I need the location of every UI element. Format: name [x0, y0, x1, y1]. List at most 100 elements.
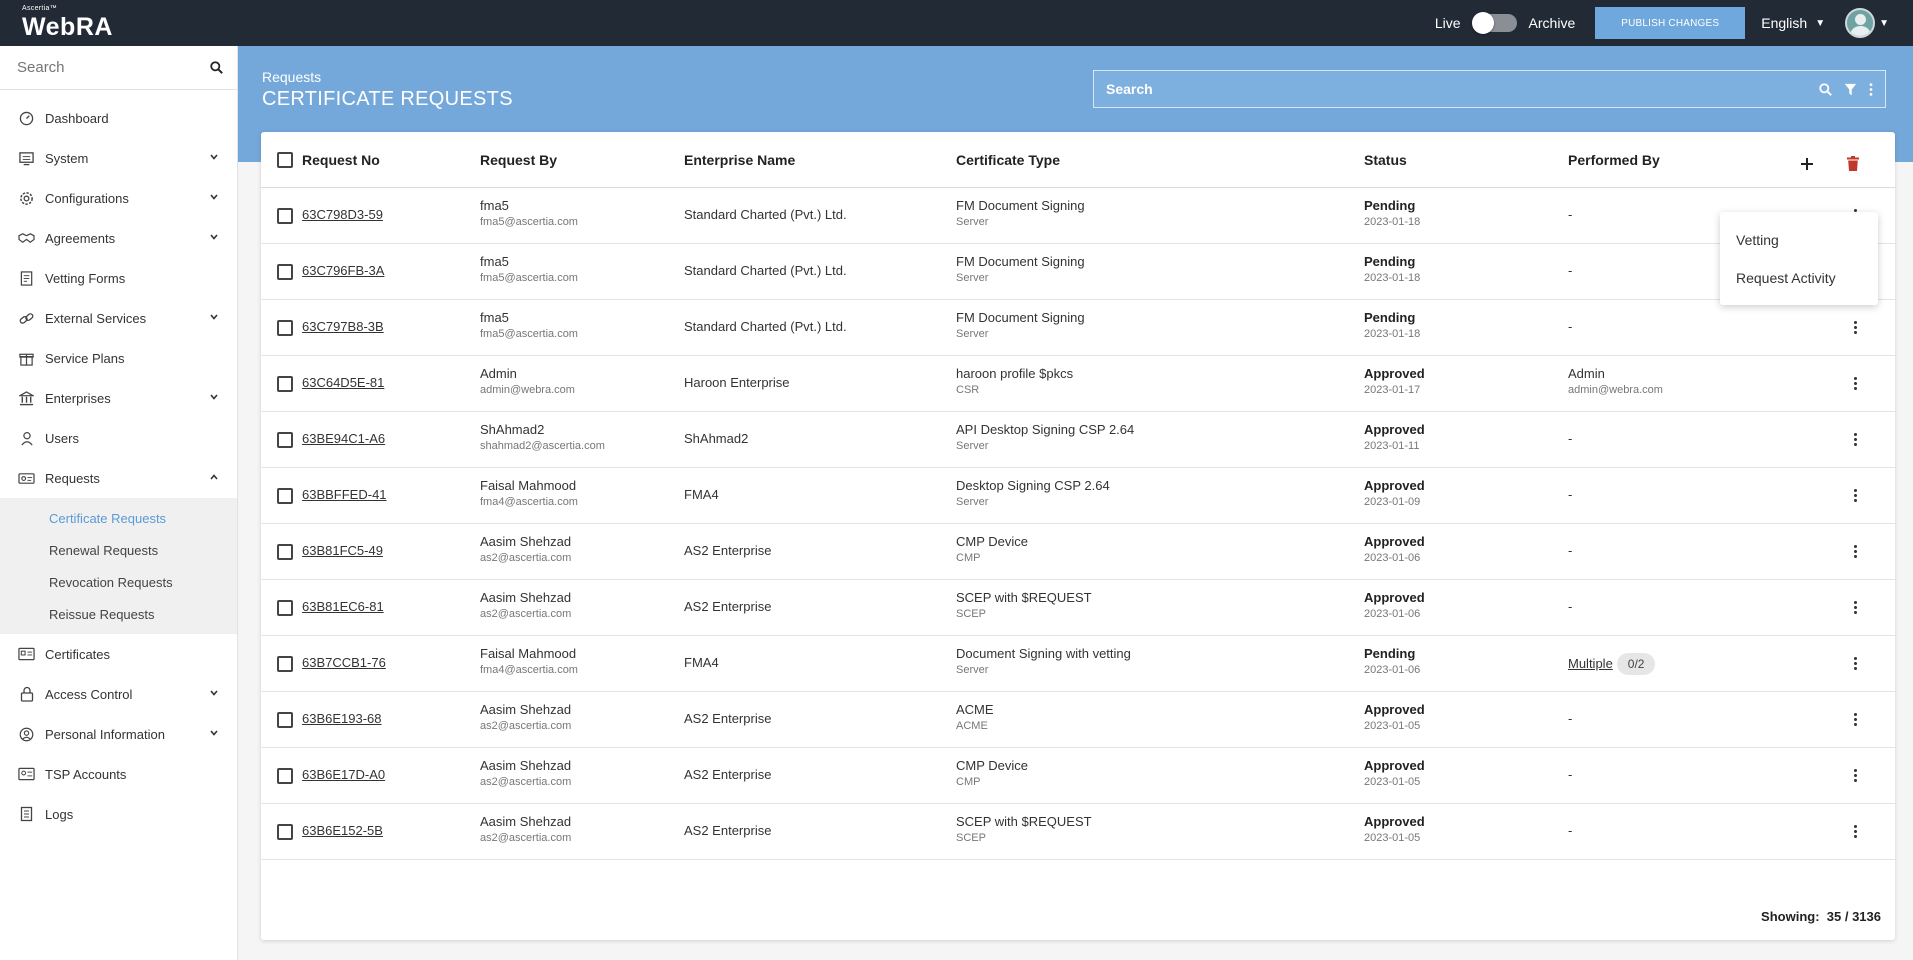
request-no-link[interactable]: 63B6E152-5B [302, 823, 383, 838]
table-row[interactable]: 63B81EC6-81 Aasim Shehzad as2@ascertia.com… [261, 580, 1895, 636]
sidebar-item-users[interactable]: Users [0, 418, 237, 458]
table-row[interactable]: 63C797B8-3B fma5 fma5@ascertia.com Standard… [261, 300, 1895, 356]
column-header-enterprise-name[interactable]: Enterprise Name [684, 152, 795, 168]
search-icon[interactable] [1819, 82, 1832, 96]
request-no-link[interactable]: 63BBFFED-41 [302, 487, 387, 502]
table-row[interactable]: 63C796FB-3A fma5 fma5@ascertia.com Standard… [261, 244, 1895, 300]
row-more-vertical-icon[interactable] [1854, 825, 1858, 840]
row-checkbox[interactable] [277, 376, 293, 392]
sidebar-item-certificates[interactable]: Certificates [0, 634, 237, 674]
sidebar-item-label: Enterprises [45, 390, 111, 406]
row-more-vertical-icon[interactable] [1854, 713, 1858, 728]
row-checkbox[interactable] [277, 264, 293, 280]
request-no-link[interactable]: 63B81FC5-49 [302, 543, 383, 558]
table-row[interactable]: 63B6E152-5B Aasim Shehzad as2@ascertia.com… [261, 804, 1895, 860]
row-more-vertical-icon[interactable] [1854, 657, 1858, 672]
row-checkbox[interactable] [277, 432, 293, 448]
table-row[interactable]: 63B81FC5-49 Aasim Shehzad as2@ascertia.com… [261, 524, 1895, 580]
row-checkbox[interactable] [277, 712, 293, 728]
sidebar-item-logs[interactable]: Logs [0, 794, 237, 834]
performed-by-multiple-link[interactable]: Multiple [1568, 656, 1613, 671]
row-checkbox[interactable] [277, 544, 293, 560]
column-header-certificate-type[interactable]: Certificate Type [956, 152, 1060, 168]
sidebar-item-system[interactable]: System [0, 138, 237, 178]
row-checkbox[interactable] [277, 768, 293, 784]
more-vertical-icon[interactable] [1869, 82, 1873, 96]
brand-logo[interactable]: Ascertia™ WebRA [22, 5, 113, 41]
row-checkbox[interactable] [277, 656, 293, 672]
request-no-link[interactable]: 63B7CCB1-76 [302, 655, 386, 670]
table-row[interactable]: 63B6E17D-A0 Aasim Shehzad as2@ascertia.com… [261, 748, 1895, 804]
form-icon [18, 270, 35, 287]
sidebar-item-vetting-forms[interactable]: Vetting Forms [0, 258, 237, 298]
row-checkbox[interactable] [277, 488, 293, 504]
language-select[interactable]: English ▼ [1761, 15, 1825, 31]
request-no-link[interactable]: 63C797B8-3B [302, 319, 384, 334]
subnav-item-renewal-requests[interactable]: Renewal Requests [0, 534, 237, 566]
row-more-vertical-icon[interactable] [1854, 321, 1858, 336]
request-no-link[interactable]: 63BE94C1-A6 [302, 431, 385, 446]
chevron-down-icon [210, 154, 218, 160]
add-icon[interactable] [1801, 158, 1813, 170]
filter-icon[interactable] [1844, 83, 1857, 96]
menu-item-vetting[interactable]: Vetting [1736, 232, 1779, 248]
sidebar-item-requests[interactable]: Requests [0, 458, 237, 498]
row-checkbox[interactable] [277, 320, 293, 336]
row-checkbox[interactable] [277, 600, 293, 616]
table-row[interactable]: 63BBFFED-41 Faisal Mahmood fma4@ascertia.c… [261, 468, 1895, 524]
status-cell: Pending 2023-01-18 [1364, 310, 1420, 340]
enterprise-name-cell: AS2 Enterprise [684, 823, 772, 838]
request-no-link[interactable]: 63B6E17D-A0 [302, 767, 385, 782]
sidebar-item-access-control[interactable]: Access Control [0, 674, 237, 714]
request-no-link[interactable]: 63C798D3-59 [302, 207, 383, 222]
sidebar-item-enterprises[interactable]: Enterprises [0, 378, 237, 418]
table-row[interactable]: 63C64D5E-81 Admin admin@webra.com Haroon En… [261, 356, 1895, 412]
request-no-link[interactable]: 63C796FB-3A [302, 263, 384, 278]
sidebar-item-configurations[interactable]: Configurations [0, 178, 237, 218]
trash-icon[interactable] [1847, 156, 1859, 171]
table-row[interactable]: 63BE94C1-A6 ShAhmad2 shahmad2@ascertia.com… [261, 412, 1895, 468]
table-row[interactable]: 63B429D0-05ShAhmad2ShAhmad2SH Certificat… [261, 860, 1895, 870]
row-more-vertical-icon[interactable] [1854, 489, 1858, 504]
performed-by-cell: - [1568, 711, 1572, 726]
row-checkbox[interactable] [277, 208, 293, 224]
request-no-link[interactable]: 63B81EC6-81 [302, 599, 384, 614]
request-no-link[interactable]: 63C64D5E-81 [302, 375, 384, 390]
certificate-type-cell: haroon profile $pkcs CSR [956, 366, 1073, 396]
sidebar-item-dashboard[interactable]: Dashboard [0, 98, 237, 138]
breadcrumb[interactable]: Requests [262, 69, 321, 85]
row-more-vertical-icon[interactable] [1854, 769, 1858, 784]
column-header-performed-by[interactable]: Performed By [1568, 152, 1660, 168]
request-no-link[interactable]: 63B6E193-68 [302, 711, 382, 726]
sidebar-search-input[interactable] [17, 59, 197, 76]
table-row[interactable]: 63B7CCB1-76 Faisal Mahmood fma4@ascertia.c… [261, 636, 1895, 692]
table-row[interactable]: 63C798D3-59 fma5 fma5@ascertia.com Standard… [261, 188, 1895, 244]
sidebar-item-external-services[interactable]: External Services [0, 298, 237, 338]
table-search-input[interactable] [1106, 81, 1706, 97]
sidebar-item-tsp-accounts[interactable]: TSP Accounts [0, 754, 237, 794]
column-header-status[interactable]: Status [1364, 152, 1407, 168]
table-row[interactable]: 63B6E193-68 Aasim Shehzad as2@ascertia.com… [261, 692, 1895, 748]
search-icon[interactable] [210, 61, 223, 74]
user-menu[interactable]: ▼ [1825, 8, 1889, 38]
subnav-item-reissue-requests[interactable]: Reissue Requests [0, 598, 237, 630]
row-more-vertical-icon[interactable] [1854, 545, 1858, 560]
row-more-vertical-icon[interactable] [1854, 377, 1858, 392]
request-by-cell: fma5 fma5@ascertia.com [480, 198, 578, 228]
menu-item-request-activity[interactable]: Request Activity [1736, 270, 1836, 286]
sidebar-item-service-plans[interactable]: Service Plans [0, 338, 237, 378]
publish-changes-button[interactable]: PUBLISH CHANGES [1595, 7, 1746, 39]
column-header-request-by[interactable]: Request By [480, 152, 557, 168]
performed-by-cell: - [1568, 207, 1572, 222]
row-checkbox[interactable] [277, 824, 293, 840]
column-header-request-no[interactable]: Request No [302, 152, 380, 168]
dashboard-icon [18, 110, 35, 127]
subnav-item-certificate-requests[interactable]: Certificate Requests [0, 502, 237, 534]
row-more-vertical-icon[interactable] [1854, 601, 1858, 616]
subnav-item-revocation-requests[interactable]: Revocation Requests [0, 566, 237, 598]
sidebar-item-agreements[interactable]: Agreements [0, 218, 237, 258]
row-more-vertical-icon[interactable] [1854, 433, 1858, 448]
select-all-checkbox[interactable] [277, 152, 293, 168]
live-archive-toggle[interactable] [1471, 12, 1517, 34]
sidebar-item-personal-information[interactable]: Personal Information [0, 714, 237, 754]
